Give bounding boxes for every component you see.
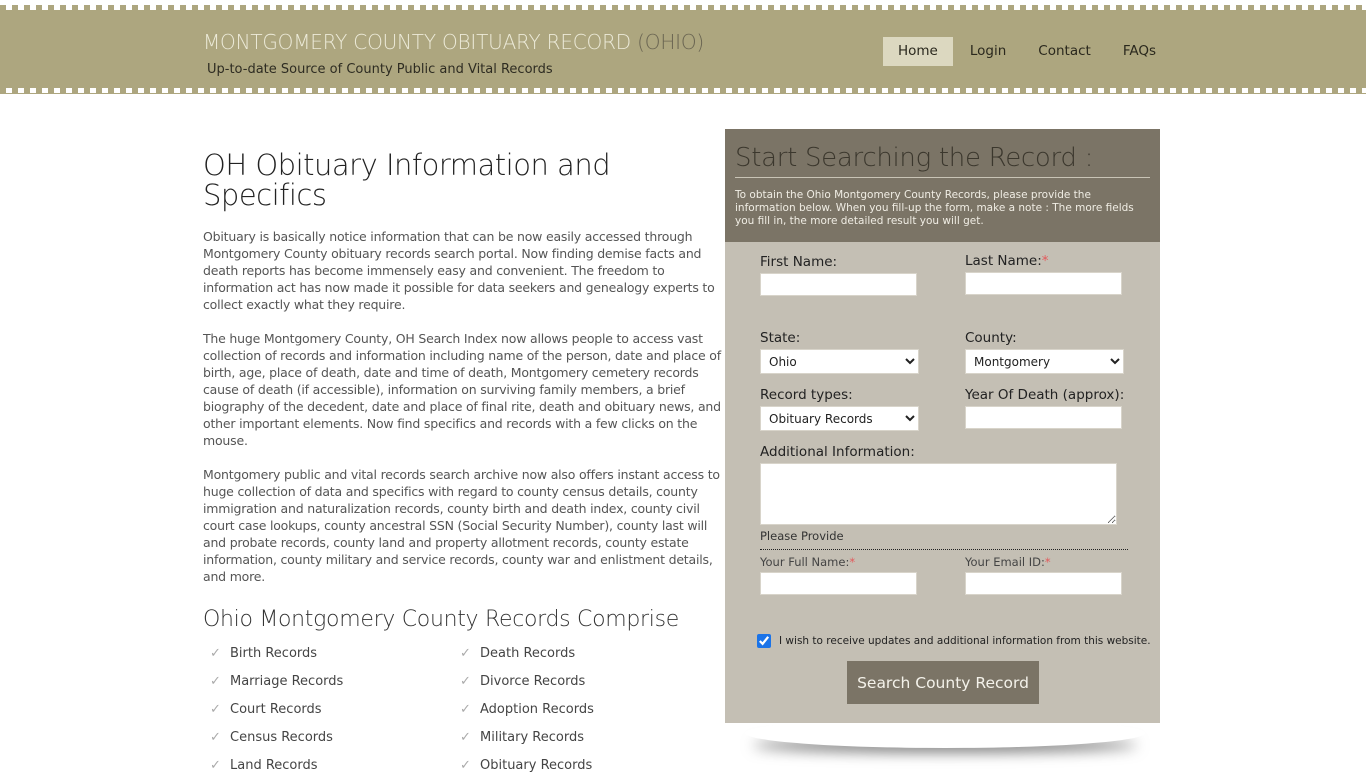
list-item: ✓ Military Records	[460, 730, 584, 745]
year-of-death-input[interactable]	[965, 406, 1122, 429]
email-label: Your Email ID:*	[965, 555, 1051, 569]
header-border	[0, 0, 1366, 5]
checkmark-icon: ✓	[460, 646, 471, 661]
email-group: Your Email ID:*	[965, 555, 1122, 595]
list-item: ✓ Obituary Records	[460, 758, 593, 773]
last-name-input[interactable]	[965, 272, 1122, 295]
required-asterisk: *	[1044, 555, 1051, 569]
site-title-state: (OHIO)	[637, 30, 704, 54]
first-name-group: First Name:	[760, 254, 917, 296]
first-name-label: First Name:	[760, 254, 838, 270]
county-label: County:	[965, 330, 1017, 346]
main-content: OH Obituary Information and Specifics Ob…	[203, 150, 721, 780]
required-asterisk: *	[849, 555, 856, 569]
last-name-label: Last Name:*	[965, 253, 1049, 269]
list-item: ✓ Census Records	[210, 730, 333, 745]
list-item: ✓ Adoption Records	[460, 702, 594, 717]
last-name-group: Last Name:*	[965, 253, 1122, 295]
email-input[interactable]	[965, 572, 1122, 595]
nav-contact[interactable]: Contact	[1025, 37, 1104, 66]
checkmark-icon: ✓	[460, 758, 471, 773]
checkmark-icon: ✓	[210, 646, 221, 661]
record-types-group: Record types: Obituary Records	[760, 387, 919, 431]
search-panel: Start Searching the Record : To obtain t…	[725, 129, 1160, 723]
records-heading: Ohio Montgomery County Records Comprise	[203, 607, 680, 632]
state-select[interactable]: Ohio	[760, 349, 919, 374]
list-item: ✓ Birth Records	[210, 646, 318, 661]
list-item: ✓ Death Records	[460, 646, 576, 661]
county-group: County: Montgomery	[965, 330, 1124, 374]
list-item: ✓ Land Records	[210, 758, 318, 773]
full-name-group: Your Full Name:*	[760, 555, 917, 595]
checkmark-icon: ✓	[460, 674, 471, 689]
required-asterisk: *	[1041, 253, 1049, 269]
checkmark-icon: ✓	[210, 674, 221, 689]
county-select[interactable]: Montgomery	[965, 349, 1124, 374]
records-list: ✓ Birth Records ✓ Death Records ✓ Marriage …	[203, 640, 721, 780]
nav-home[interactable]: Home	[883, 37, 953, 66]
state-label: State:	[760, 330, 801, 346]
site-header: MONTGOMERY COUNTY OBITUARY RECORD (OHIO)…	[0, 0, 1366, 94]
site-title-main: MONTGOMERY COUNTY OBITUARY RECORD	[203, 30, 631, 54]
checkmark-icon: ✓	[210, 702, 221, 717]
search-panel-title: Start Searching the Record :	[735, 129, 1150, 178]
record-types-select[interactable]: Obituary Records	[760, 406, 919, 431]
record-types-label: Record types:	[760, 387, 853, 403]
checkmark-icon: ✓	[460, 730, 471, 745]
nav-login[interactable]: Login	[957, 37, 1019, 66]
optin-label: I wish to receive updates and additional…	[779, 635, 1151, 647]
list-item: ✓ Court Records	[210, 702, 322, 717]
year-of-death-label: Year Of Death (approx):	[965, 387, 1125, 403]
first-name-input[interactable]	[760, 273, 917, 296]
full-name-label: Your Full Name:*	[760, 555, 856, 569]
intro-paragraph: Obituary is basically notice information…	[203, 229, 715, 312]
search-county-record-button[interactable]: Search County Record	[847, 661, 1039, 704]
additional-info-textarea[interactable]	[760, 463, 1117, 525]
please-provide-label: Please Provide	[760, 529, 1128, 550]
state-group: State: Ohio	[760, 330, 919, 374]
year-of-death-group: Year Of Death (approx):	[965, 387, 1124, 429]
checkmark-icon: ✓	[210, 758, 221, 773]
search-panel-description: To obtain the Ohio Montgomery County Rec…	[735, 189, 1134, 227]
optin-checkbox[interactable]	[757, 634, 771, 648]
page-title: OH Obituary Information and Specifics	[203, 148, 611, 212]
search-panel-header: Start Searching the Record : To obtain t…	[725, 129, 1160, 242]
additional-info-group: Additional Information:	[760, 444, 1117, 529]
site-tagline: Up-to-date Source of County Public and V…	[207, 62, 553, 77]
nav-faqs[interactable]: FAQs	[1110, 37, 1169, 66]
site-title[interactable]: MONTGOMERY COUNTY OBITUARY RECORD (OHIO)	[203, 30, 704, 54]
optin-row: I wish to receive updates and additional…	[757, 634, 1151, 648]
main-nav: Home Login Contact FAQs	[883, 37, 1175, 66]
full-name-input[interactable]	[760, 572, 917, 595]
checkmark-icon: ✓	[210, 730, 221, 745]
checkmark-icon: ✓	[460, 702, 471, 717]
additional-info-label: Additional Information:	[760, 444, 915, 460]
archive-paragraph: Montgomery public and vital records sear…	[203, 467, 720, 584]
search-index-paragraph: The huge Montgomery County, OH Search In…	[203, 331, 721, 448]
list-item: ✓ Divorce Records	[460, 674, 586, 689]
list-item: ✓ Marriage Records	[210, 674, 344, 689]
